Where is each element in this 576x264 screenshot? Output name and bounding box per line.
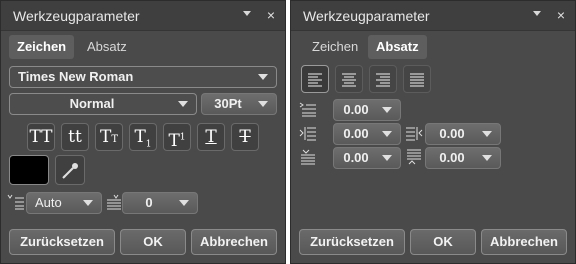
underline-icon: T (205, 127, 217, 147)
panel-title: Werkzeugparameter (13, 8, 140, 24)
tracking-icon (107, 194, 121, 210)
ok-button[interactable]: OK (410, 229, 476, 255)
right-indent-icon (406, 127, 423, 141)
panel-title: Werkzeugparameter (303, 8, 430, 24)
font-style-select[interactable]: Normal (9, 93, 197, 115)
tracking-select[interactable]: 0 (122, 192, 198, 214)
title-bar: Werkzeugparameter × (1, 1, 285, 31)
align-right-icon (376, 73, 390, 87)
justify-button[interactable] (403, 65, 431, 93)
chevron-down-icon (382, 107, 392, 113)
align-right-button[interactable] (369, 65, 397, 93)
chevron-down-icon (482, 155, 492, 161)
justify-icon (410, 73, 424, 87)
chevron-down-icon (179, 200, 189, 206)
font-size-select[interactable]: 30Pt (201, 93, 277, 115)
strikethrough-button[interactable]: T (231, 123, 259, 151)
cancel-button[interactable]: Abbrechen (481, 229, 567, 255)
left-indent-icon (299, 127, 316, 141)
subscript-icon: T1 (134, 127, 152, 150)
tool-parameters-panel-character: Werkzeugparameter × Zeichen Absatz Times… (0, 0, 286, 264)
align-center-button[interactable] (335, 65, 363, 93)
right-indent-value: 0.00 (439, 126, 465, 141)
align-left-icon (308, 73, 322, 87)
all-caps-icon: TT (29, 127, 53, 147)
chevron-down-icon (482, 131, 492, 137)
tab-zeichen[interactable]: Zeichen (304, 35, 366, 59)
close-icon[interactable]: × (557, 7, 565, 23)
first-line-indent-select[interactable]: 0.00 (333, 99, 401, 121)
lowercase-button[interactable]: tt (61, 123, 89, 151)
space-before-icon (301, 149, 315, 165)
tracking-value: 0 (145, 195, 153, 210)
panel-menu-icon[interactable] (533, 11, 541, 16)
reset-button[interactable]: Zurücksetzen (299, 229, 405, 255)
ok-button[interactable]: OK (120, 229, 186, 255)
leading-select[interactable]: Auto (26, 192, 102, 214)
space-before-select[interactable]: 0.00 (333, 147, 401, 169)
chevron-down-icon (382, 131, 392, 137)
close-icon[interactable]: × (267, 7, 275, 23)
subscript-button[interactable]: T1 (129, 123, 157, 151)
space-after-icon (407, 149, 421, 165)
lowercase-icon: tt (68, 127, 82, 147)
chevron-down-icon (83, 200, 93, 206)
first-line-indent-value: 0.00 (343, 102, 369, 117)
tab-absatz[interactable]: Absatz (79, 35, 135, 59)
eyedropper-icon (62, 163, 78, 179)
align-center-icon (342, 73, 356, 87)
panel-menu-icon[interactable] (243, 11, 251, 16)
font-family-select[interactable]: Times New Roman (9, 66, 277, 88)
leading-icon (7, 194, 24, 210)
underline-button[interactable]: T (197, 123, 225, 151)
chevron-down-icon (258, 74, 268, 80)
leading-value: Auto (35, 195, 62, 210)
cancel-button[interactable]: Abbrechen (191, 229, 277, 255)
reset-button[interactable]: Zurücksetzen (9, 229, 115, 255)
space-after-select[interactable]: 0.00 (425, 147, 501, 169)
left-indent-select[interactable]: 0.00 (333, 123, 401, 145)
tab-zeichen[interactable]: Zeichen (9, 35, 75, 59)
font-style-value: Normal (69, 96, 115, 111)
small-caps-button[interactable]: TT (95, 123, 123, 151)
space-after-value: 0.00 (439, 150, 465, 165)
superscript-button[interactable]: T1 (163, 123, 191, 151)
chevron-down-icon (258, 101, 268, 107)
eyedropper-button[interactable] (55, 155, 85, 185)
left-indent-value: 0.00 (343, 126, 369, 141)
align-left-button[interactable] (301, 65, 329, 93)
first-line-indent-icon (299, 102, 316, 117)
space-before-value: 0.00 (343, 150, 369, 165)
chevron-down-icon (178, 101, 188, 107)
tab-absatz[interactable]: Absatz (368, 35, 427, 59)
strikethrough-icon: T (239, 127, 251, 147)
text-color-swatch[interactable] (9, 155, 49, 185)
chevron-down-icon (382, 155, 392, 161)
font-family-value: Times New Roman (18, 69, 134, 84)
tool-parameters-panel-paragraph: Werkzeugparameter × Zeichen Absatz 0.00 … (290, 0, 576, 264)
small-caps-icon: TT (99, 127, 118, 147)
all-caps-button[interactable]: TT (27, 123, 55, 151)
title-bar: Werkzeugparameter × (291, 1, 575, 31)
superscript-icon: T1 (168, 130, 186, 151)
font-size-value: 30Pt (214, 96, 242, 111)
right-indent-select[interactable]: 0.00 (425, 123, 501, 145)
